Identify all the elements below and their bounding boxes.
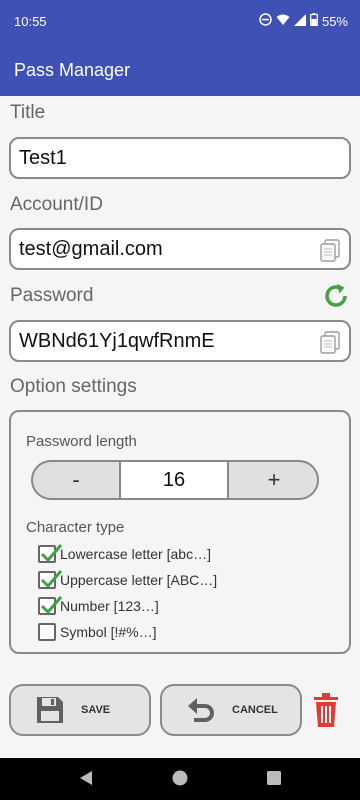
status-bar: 10:55 55% bbox=[0, 0, 360, 44]
title-label: Title bbox=[10, 102, 46, 123]
battery-level: 55% bbox=[321, 13, 348, 29]
status-time: 10:55 bbox=[14, 14, 47, 29]
password-field[interactable]: WBNd61Yj1qwfRnmE bbox=[9, 320, 351, 362]
app-bar: Pass Manager bbox=[0, 44, 360, 96]
decrement-button[interactable]: - bbox=[33, 462, 119, 498]
account-value: test@gmail.com bbox=[19, 238, 163, 260]
options-heading: Option settings bbox=[10, 376, 137, 397]
password-length-label: Password length bbox=[26, 433, 137, 450]
home-icon[interactable] bbox=[172, 770, 188, 791]
system-nav-bar bbox=[0, 758, 360, 800]
character-type-label: Character type bbox=[26, 519, 125, 536]
battery-icon bbox=[310, 13, 318, 29]
account-label: Account/ID bbox=[10, 194, 103, 215]
lowercase-checkbox[interactable] bbox=[38, 544, 63, 563]
trash-icon[interactable] bbox=[312, 692, 340, 728]
account-field[interactable]: test@gmail.com bbox=[9, 228, 351, 270]
status-icons: 55% bbox=[259, 13, 348, 29]
undo-icon bbox=[186, 695, 216, 725]
number-label: Number [123…] bbox=[60, 598, 159, 614]
dnd-icon bbox=[259, 13, 272, 29]
password-label: Password bbox=[10, 285, 94, 306]
cancel-button[interactable]: CANCEL bbox=[160, 684, 302, 736]
lowercase-option[interactable]: Lowercase letter [abc…] bbox=[38, 543, 211, 565]
signal-icon bbox=[293, 13, 306, 29]
increment-button[interactable]: + bbox=[231, 462, 317, 498]
uppercase-checkbox[interactable] bbox=[38, 570, 63, 589]
save-button[interactable]: SAVE bbox=[9, 684, 151, 736]
symbol-label: Symbol [!#%…] bbox=[60, 624, 157, 640]
save-label: SAVE bbox=[81, 704, 111, 716]
lowercase-label: Lowercase letter [abc…] bbox=[60, 546, 211, 562]
number-option[interactable]: Number [123…] bbox=[38, 595, 159, 617]
password-value: WBNd61Yj1qwfRnmE bbox=[19, 330, 215, 352]
title-field[interactable]: Test1 bbox=[9, 137, 351, 179]
options-panel: Password length Character type bbox=[9, 410, 351, 654]
cancel-label: CANCEL bbox=[232, 704, 278, 716]
title-value: Test1 bbox=[19, 147, 67, 169]
symbol-option[interactable]: Symbol [!#%…] bbox=[38, 621, 156, 643]
app-title: Pass Manager bbox=[14, 60, 131, 80]
uppercase-option[interactable]: Uppercase letter [ABC…] bbox=[38, 569, 217, 591]
recents-icon[interactable] bbox=[267, 771, 281, 790]
back-icon[interactable] bbox=[79, 770, 93, 791]
save-icon bbox=[35, 695, 65, 725]
copy-icon[interactable] bbox=[319, 239, 341, 263]
refresh-icon[interactable] bbox=[322, 282, 350, 310]
password-length-value[interactable]: 16 bbox=[119, 462, 229, 498]
number-checkbox[interactable] bbox=[38, 596, 63, 615]
wifi-icon bbox=[276, 14, 290, 29]
copy-icon[interactable] bbox=[319, 331, 341, 355]
symbol-checkbox[interactable] bbox=[38, 623, 56, 641]
password-length-stepper: - 16 + bbox=[31, 460, 319, 500]
uppercase-label: Uppercase letter [ABC…] bbox=[60, 572, 218, 588]
